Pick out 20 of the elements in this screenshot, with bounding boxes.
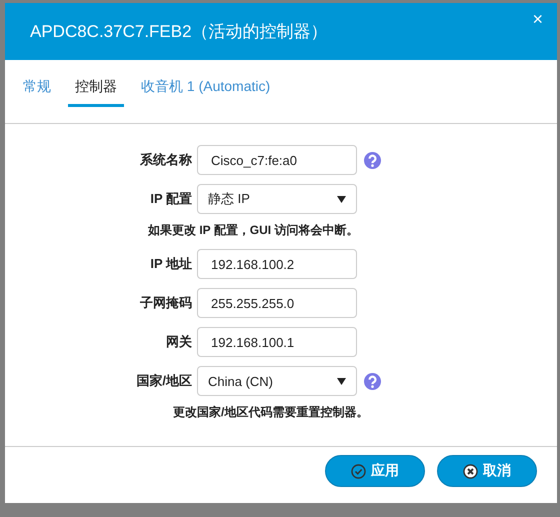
caret-icon [337,378,346,384]
dropdown[interactable]: China (CN) [197,366,357,396]
field-label: 网关 [165,333,193,351]
tab[interactable]: 控制器 [68,74,124,107]
dropdown[interactable]: 静态 IP [197,184,357,214]
field-label: IP 配置 [149,190,193,208]
field-label: 系统名称 [139,151,193,169]
close-circle-icon [463,464,478,478]
field-label: 国家/地区 [135,372,193,390]
input-field[interactable]: 192.168.100.2 [197,249,357,279]
input-field[interactable]: Cisco_c7:fe:a0 [197,145,357,175]
field-label: 子网掩码 [139,294,193,312]
dialog-title: APDC8C.37C7.FEB2（活动的控制器） [30,21,328,43]
caret-icon [337,196,346,202]
field-label: IP 地址 [149,255,193,273]
hint-text: 如果更改 IP 配置，GUI 访问将会中断。 [148,222,358,239]
check-circle-icon [351,464,366,478]
hint-text: 更改国家/地区代码需要重置控制器。 [173,404,368,421]
input-field[interactable]: 255.255.255.0 [197,288,357,318]
input-field[interactable]: 192.168.100.1 [197,327,357,357]
